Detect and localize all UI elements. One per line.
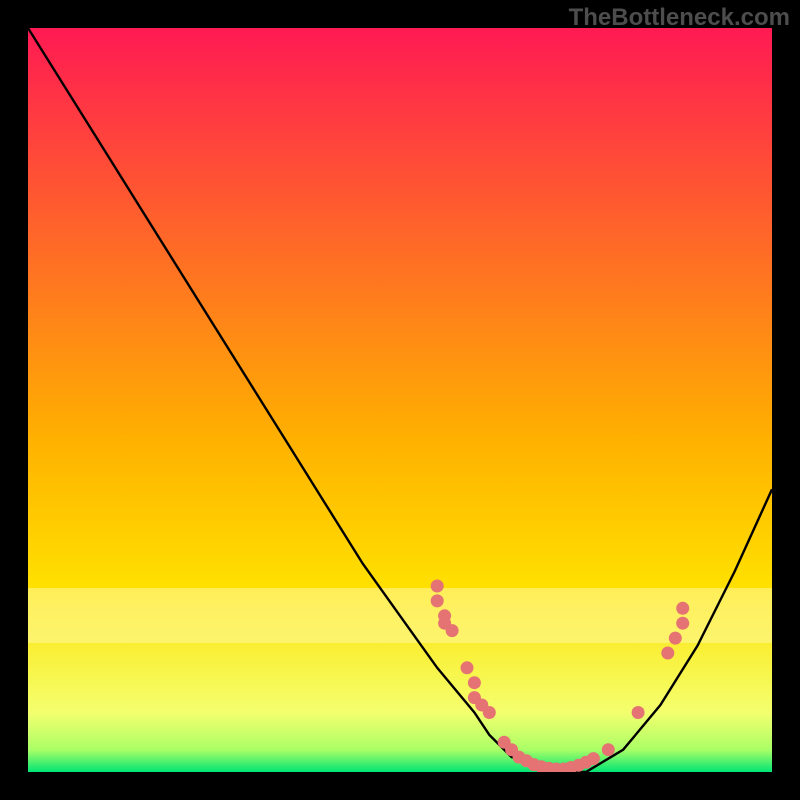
gradient-background [28,28,772,772]
marker-dot [468,676,481,689]
chart-frame: TheBottleneck.com [0,0,800,800]
watermark-text: TheBottleneck.com [569,4,790,32]
marker-dot [676,617,689,630]
marker-dot [676,602,689,615]
marker-dot [483,706,496,719]
marker-dot [431,594,444,607]
plot-svg [28,28,772,772]
marker-dot [632,706,645,719]
marker-dot [669,632,682,645]
marker-dot [461,661,474,674]
plot-area [28,28,772,772]
marker-dot [587,752,600,765]
marker-dot [431,580,444,593]
marker-dot [446,624,459,637]
marker-dot [661,647,674,660]
marker-dot [602,743,615,756]
